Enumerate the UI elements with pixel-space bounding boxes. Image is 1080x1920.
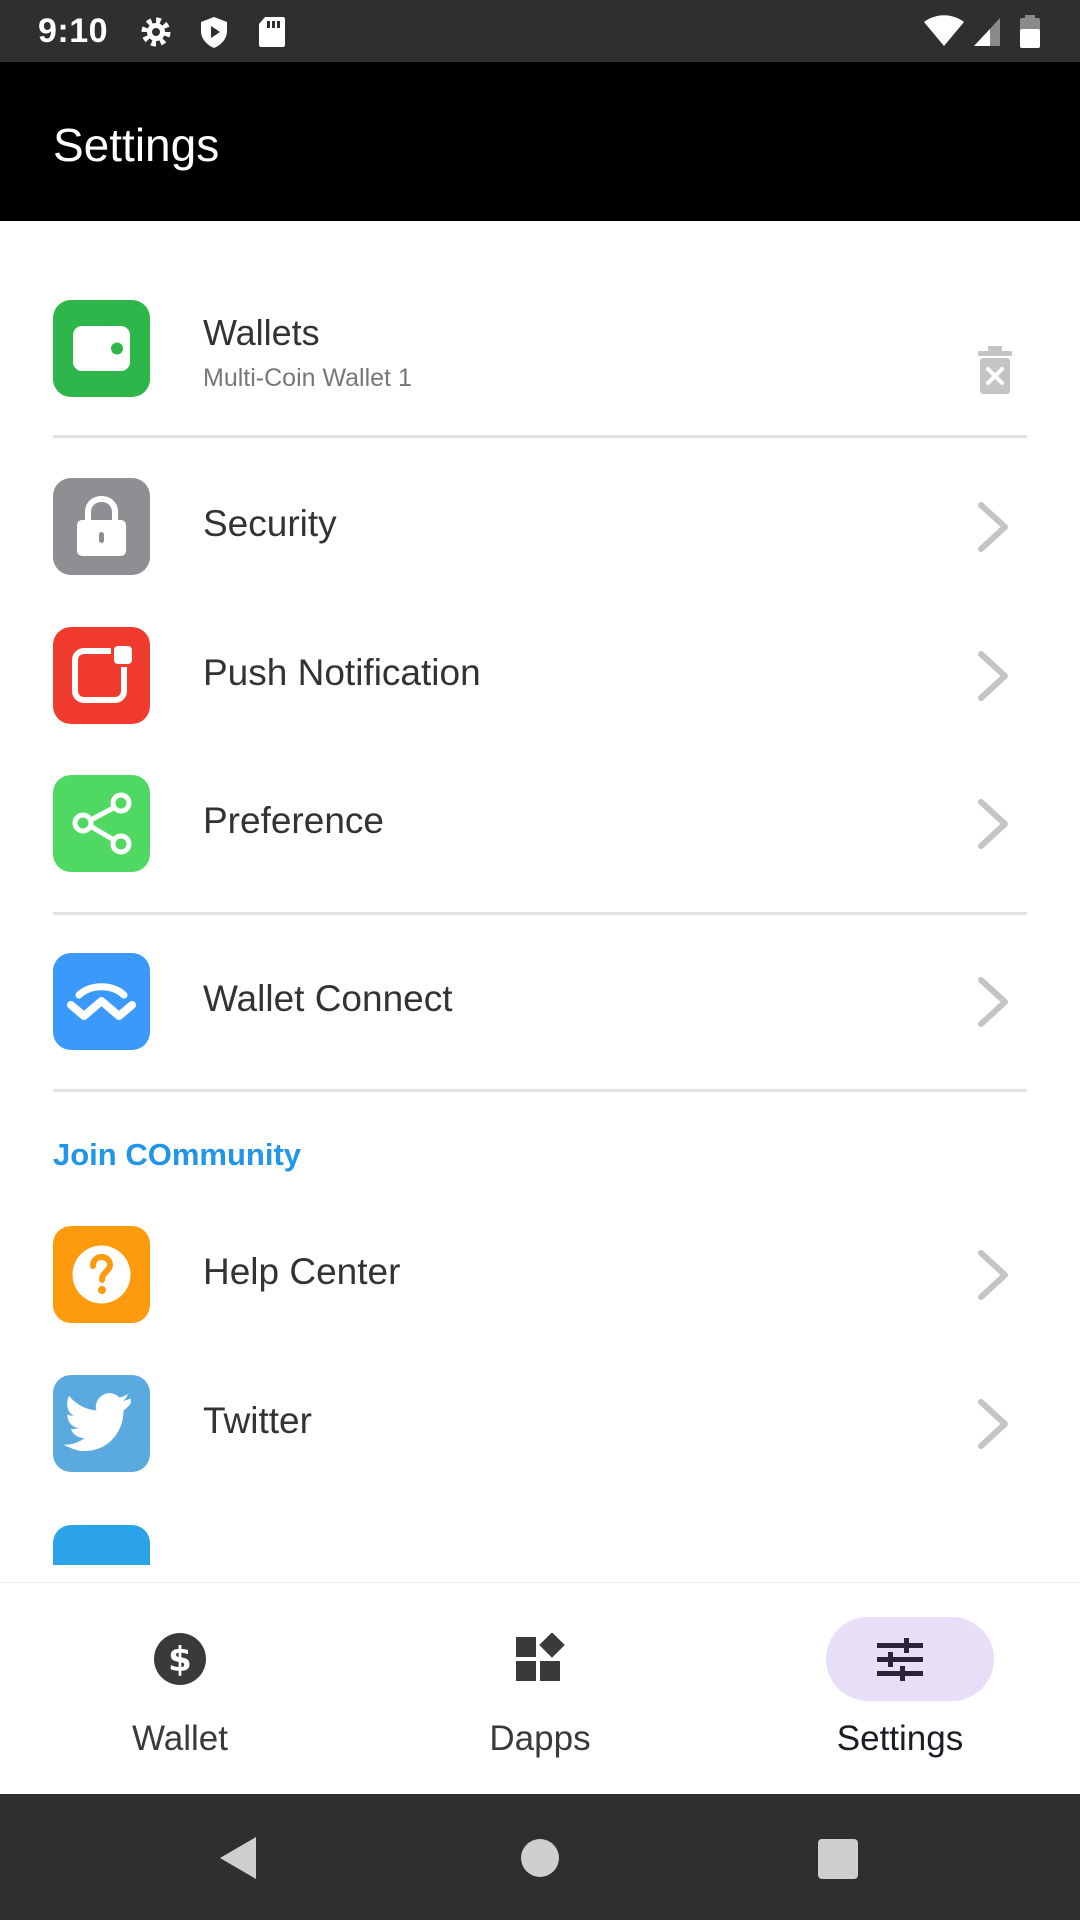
dollar-icon: $	[154, 1633, 206, 1685]
divider	[53, 435, 1027, 438]
shield-play-icon	[201, 17, 227, 48]
chevron-right-icon	[978, 1399, 1008, 1449]
cellular-signal-icon	[974, 18, 1000, 46]
back-icon[interactable]	[216, 1834, 260, 1882]
nav-item-wallet[interactable]: $ Wallet	[0, 1583, 360, 1795]
settings-item-label: Twitter	[203, 1400, 312, 1441]
settings-item-label: Wallet Connect	[203, 978, 453, 1019]
settings-item-push-notification[interactable]: Push Notification	[0, 602, 1080, 750]
settings-item-preference[interactable]: Preference	[0, 750, 1080, 898]
nav-item-settings[interactable]: Settings	[720, 1583, 1080, 1795]
settings-item-partial[interactable]	[53, 1525, 150, 1565]
settings-item-label: Push Notification	[203, 652, 481, 693]
battery-icon	[1020, 15, 1040, 48]
chevron-right-icon	[978, 502, 1008, 552]
notification-icon	[53, 627, 150, 724]
settings-item-wallets[interactable]: Wallets Multi-Coin Wallet 1	[0, 264, 1080, 404]
nav-label: Settings	[836, 1719, 964, 1758]
chevron-right-icon	[978, 651, 1008, 701]
sd-card-icon	[259, 17, 285, 47]
settings-item-label: Preference	[203, 800, 384, 841]
bottom-navigation: $ Wallet Dapps Settings	[0, 1582, 1080, 1794]
walletconnect-icon	[53, 953, 150, 1050]
settings-item-subtitle: Multi-Coin Wallet 1	[203, 364, 412, 392]
chevron-right-icon	[978, 799, 1008, 849]
settings-item-wallet-connect[interactable]: Wallet Connect	[0, 928, 1080, 1076]
lock-icon	[53, 478, 150, 575]
status-bar: 9:10	[0, 0, 1080, 62]
settings-item-label: Security	[203, 503, 337, 544]
divider	[53, 1089, 1027, 1092]
settings-item-label: Help Center	[203, 1251, 401, 1292]
settings-item-security[interactable]: Security	[0, 453, 1080, 601]
section-title-community: Join COmmunity	[53, 1137, 302, 1172]
settings-item-twitter[interactable]: Twitter	[0, 1350, 1080, 1498]
chevron-right-icon	[978, 977, 1008, 1027]
dapps-icon	[516, 1633, 565, 1681]
share-icon	[53, 775, 150, 872]
home-icon[interactable]	[520, 1838, 560, 1878]
settings-item-help-center[interactable]: Help Center	[0, 1201, 1080, 1349]
nav-label: Dapps	[489, 1719, 591, 1758]
sliders-icon	[877, 1638, 923, 1681]
divider	[53, 912, 1027, 915]
app-bar: Settings	[0, 62, 1080, 221]
status-time: 9:10	[38, 12, 109, 50]
settings-list: Wallets Multi-Coin Wallet 1 Security Pus…	[0, 221, 1080, 1582]
recents-icon[interactable]	[817, 1838, 859, 1880]
system-navigation-bar	[0, 1794, 1080, 1920]
nav-label: Wallet	[132, 1719, 228, 1758]
app-icon	[53, 1525, 150, 1565]
nav-item-dapps[interactable]: Dapps	[360, 1583, 720, 1795]
gear-icon	[141, 17, 171, 47]
chevron-right-icon	[978, 1250, 1008, 1300]
page-title: Settings	[53, 119, 220, 171]
settings-item-label: Wallets	[203, 312, 320, 353]
wifi-icon	[924, 15, 964, 46]
wallet-icon	[53, 300, 150, 397]
delete-icon[interactable]	[975, 344, 1015, 396]
twitter-icon	[53, 1375, 150, 1472]
svg-text:$: $	[168, 1640, 192, 1680]
help-icon	[53, 1226, 150, 1323]
